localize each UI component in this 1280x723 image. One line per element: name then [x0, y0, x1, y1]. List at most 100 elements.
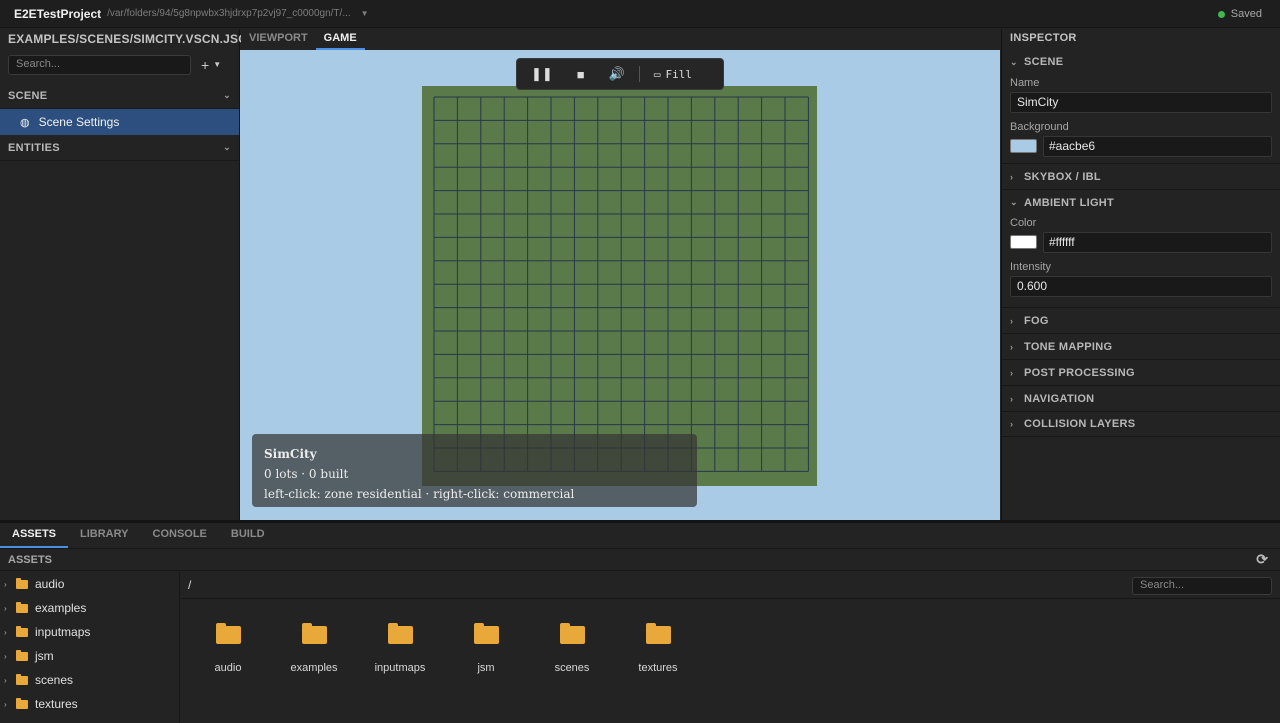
hierarchy-search-input[interactable]: Search...: [8, 54, 191, 75]
save-status-label: Saved: [1230, 8, 1262, 20]
asset-folder-label: inputmaps: [374, 662, 426, 674]
color-label: Color: [1010, 217, 1037, 229]
section-ambient-light[interactable]: ⌄ AMBIENT LIGHT: [1002, 189, 1280, 215]
section-scene[interactable]: ⌄ SCENE: [1002, 49, 1280, 75]
scene-name-input[interactable]: SimCity: [1010, 92, 1272, 113]
tree-item-label: examples: [35, 601, 87, 615]
chevron-right-icon[interactable]: ›: [4, 652, 16, 661]
breadcrumb[interactable]: /: [188, 578, 191, 592]
folder-icon: [645, 623, 671, 644]
chevron-right-icon: ›: [1010, 393, 1014, 404]
entities-section-header[interactable]: ENTITIES ⌄: [0, 135, 239, 161]
chevron-right-icon[interactable]: ›: [4, 580, 16, 589]
tree-item-textures[interactable]: › textures: [0, 692, 179, 716]
tree-item-audio[interactable]: › audio: [0, 572, 179, 596]
folder-icon: [301, 623, 327, 644]
intensity-label: Intensity: [1010, 261, 1051, 273]
chevron-right-icon: ›: [1010, 315, 1014, 326]
center-tabs: VIEWPORT GAME: [241, 29, 1000, 50]
tree-item-scenes[interactable]: › scenes: [0, 668, 179, 692]
section-post-processing[interactable]: › POST PROCESSING: [1002, 359, 1280, 385]
entities-section-label: ENTITIES: [8, 141, 60, 154]
folder-icon: [559, 623, 585, 644]
refresh-icon[interactable]: ⟳: [1256, 551, 1268, 568]
section-navigation-label: NAVIGATION: [1024, 392, 1095, 405]
add-entity-icon[interactable]: +: [201, 57, 209, 73]
tree-item-inputmaps[interactable]: › inputmaps: [0, 620, 179, 644]
scene-section-header[interactable]: SCENE ⌄: [0, 83, 239, 109]
chevron-right-icon: ›: [1010, 341, 1014, 352]
game-viewport[interactable]: ❚❚ ■ 🔊 ▭ Fill SimCity 0 lots · 0 built l…: [240, 50, 1000, 520]
background-color-input[interactable]: #aacbe6: [1043, 136, 1272, 157]
pause-icon[interactable]: ❚❚: [531, 66, 553, 82]
asset-folder-label: jsm: [477, 662, 495, 674]
hud-title: SimCity: [264, 447, 317, 461]
asset-search-input[interactable]: Search...: [1132, 577, 1272, 595]
tree-item-label: jsm: [35, 649, 54, 663]
background-color-swatch[interactable]: [1010, 139, 1037, 153]
asset-folder-scenes[interactable]: scenes: [529, 618, 615, 674]
section-navigation[interactable]: › NAVIGATION: [1002, 385, 1280, 411]
chevron-right-icon[interactable]: ›: [4, 628, 16, 637]
folder-icon: [16, 649, 28, 661]
chevron-down-icon: ⌄: [223, 142, 231, 152]
city-grid-board[interactable]: [422, 86, 817, 486]
section-tone-mapping[interactable]: › TONE MAPPING: [1002, 333, 1280, 359]
asset-folder-label: textures: [638, 662, 678, 674]
fill-mode-button[interactable]: ▭ Fill: [654, 68, 692, 81]
stop-icon[interactable]: ■: [577, 67, 585, 82]
folder-icon: [473, 623, 499, 644]
folder-icon: [16, 601, 28, 613]
tree-item-examples[interactable]: › examples: [0, 596, 179, 620]
intensity-input[interactable]: 0.600: [1010, 276, 1272, 297]
chevron-right-icon[interactable]: ›: [4, 676, 16, 685]
tree-item-label: inputmaps: [35, 625, 91, 639]
chevron-down-icon: ⌄: [1010, 197, 1018, 207]
tab-console[interactable]: CONSOLE: [141, 523, 219, 548]
bottom-tabs: ASSETS LIBRARY CONSOLE BUILD: [0, 523, 1280, 549]
scene-settings-label: Scene Settings: [38, 115, 120, 129]
ambient-color-input[interactable]: #ffffff: [1043, 232, 1272, 253]
project-path[interactable]: /var/folders/94/5g8npwbx3hjdrxp7p2vj97_c…: [107, 8, 351, 19]
chevron-down-icon: ⌄: [223, 90, 231, 100]
tab-assets[interactable]: ASSETS: [0, 523, 69, 548]
add-dropdown-icon[interactable]: ▼: [213, 60, 221, 69]
monitor-icon: ▭: [653, 67, 661, 81]
tab-library[interactable]: LIBRARY: [68, 523, 140, 548]
ambient-color-swatch[interactable]: [1010, 235, 1037, 249]
asset-folder-audio[interactable]: audio: [185, 618, 271, 674]
folder-icon: [16, 577, 28, 589]
chevron-right-icon[interactable]: ›: [4, 700, 16, 709]
asset-folder-examples[interactable]: examples: [271, 618, 357, 674]
section-fog[interactable]: › FOG: [1002, 307, 1280, 333]
name-label: Name: [1010, 77, 1040, 89]
hud-instructions: left-click: zone residential · right-cli…: [264, 487, 575, 501]
asset-folder-textures[interactable]: textures: [615, 618, 701, 674]
path-dropdown-icon[interactable]: ▼: [361, 9, 369, 18]
scene-settings-item[interactable]: ◍ Scene Settings: [0, 109, 239, 135]
folder-icon: [16, 697, 28, 709]
asset-folder-jsm[interactable]: jsm: [443, 618, 529, 674]
ambient-color-row: #ffffff: [1010, 232, 1272, 253]
city-grid[interactable]: [422, 86, 817, 486]
inspector-title: INSPECTOR: [1010, 32, 1077, 44]
chevron-right-icon[interactable]: ›: [4, 604, 16, 613]
bottom-panel: ASSETS LIBRARY CONSOLE BUILD ASSETS ⟳ › a…: [0, 520, 1280, 723]
hud-stats: 0 lots · 0 built: [264, 467, 349, 481]
tree-item-label: audio: [35, 577, 65, 591]
asset-grid: audio examples inputmaps jsm scenes text…: [185, 618, 701, 674]
section-fog-label: FOG: [1024, 314, 1049, 327]
tree-item-jsm[interactable]: › jsm: [0, 644, 179, 668]
section-collision-layers[interactable]: › COLLISION LAYERS: [1002, 411, 1280, 437]
save-status: Saved: [1217, 8, 1262, 20]
asset-folder-inputmaps[interactable]: inputmaps: [357, 618, 443, 674]
tab-viewport[interactable]: VIEWPORT: [241, 29, 316, 50]
tab-game[interactable]: GAME: [315, 29, 365, 50]
background-label: Background: [1010, 121, 1069, 133]
folder-icon: [387, 623, 413, 644]
tab-build[interactable]: BUILD: [219, 523, 277, 548]
project-name: E2ETestProject: [14, 6, 102, 21]
tree-item-label: textures: [35, 697, 78, 711]
volume-icon[interactable]: 🔊: [609, 66, 625, 82]
section-skybox[interactable]: › SKYBOX / IBL: [1002, 163, 1280, 189]
